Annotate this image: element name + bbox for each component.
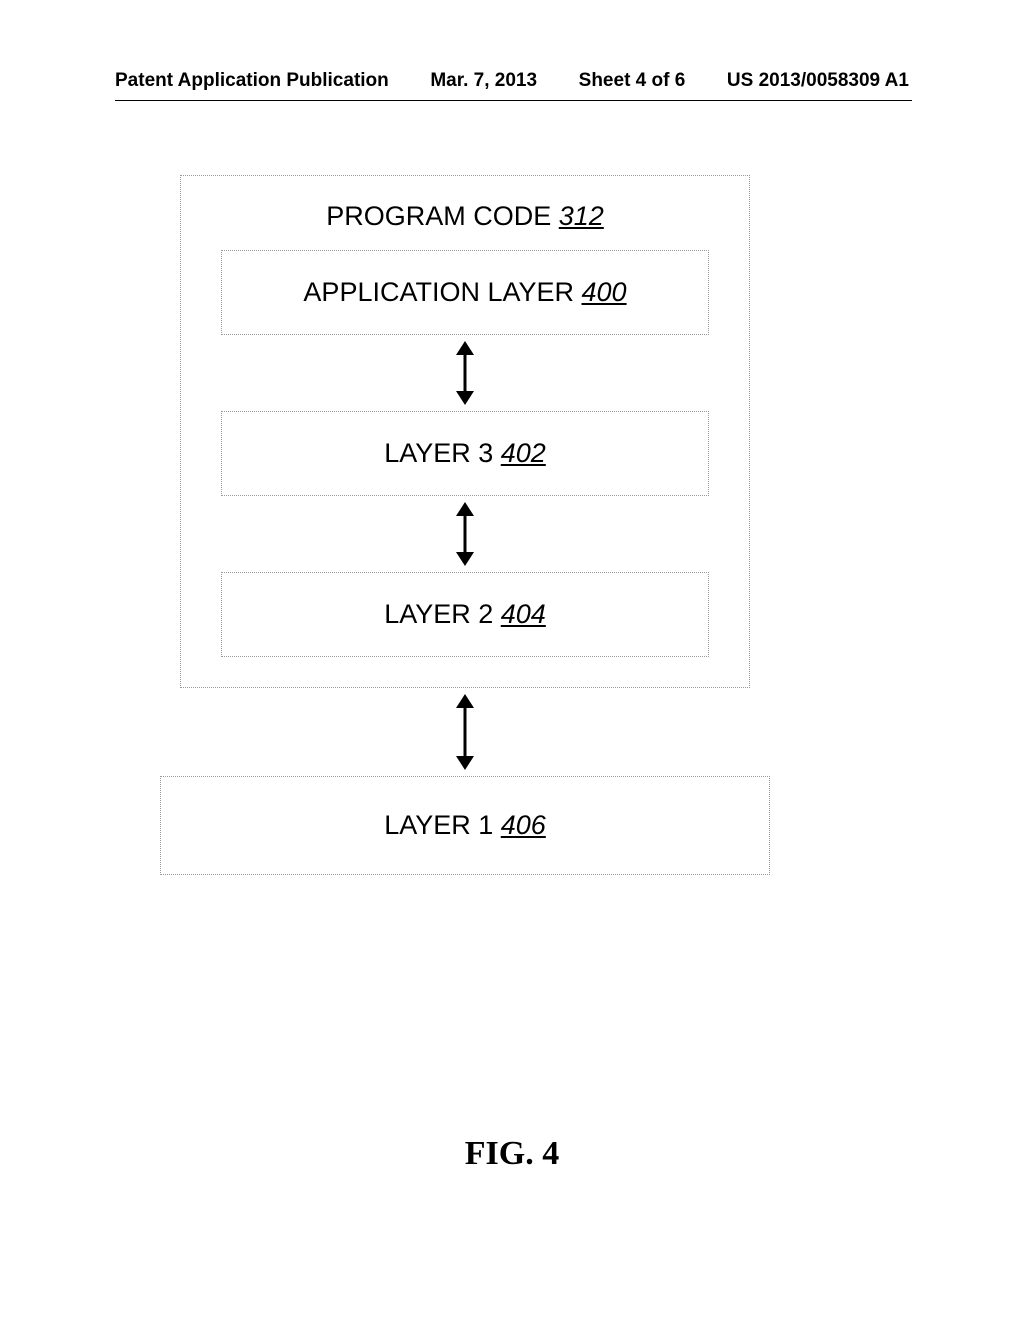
- layer1-label: LAYER 1: [384, 810, 501, 840]
- header-rule: [115, 100, 912, 101]
- arrow-app-to-layer3: [181, 335, 749, 411]
- layer2-ref: 404: [501, 599, 546, 629]
- program-code-label: PROGRAM CODE: [326, 201, 559, 231]
- layer3-ref: 402: [501, 438, 546, 468]
- layer2-label: LAYER 2: [384, 599, 501, 629]
- double-arrow-icon: [450, 341, 480, 405]
- layer3-box: LAYER 3 402: [221, 411, 709, 496]
- layer3-label: LAYER 3: [384, 438, 501, 468]
- figure-label: FIG. 4: [0, 1135, 1024, 1173]
- application-layer-label: APPLICATION LAYER: [303, 277, 581, 307]
- double-arrow-icon: [450, 502, 480, 566]
- header-date: Mar. 7, 2013: [430, 70, 537, 92]
- layer1-ref: 406: [501, 810, 546, 840]
- arrow-layer2-to-layer1: [180, 688, 750, 776]
- header-pubnum: US 2013/0058309 A1: [727, 70, 909, 92]
- program-code-box: PROGRAM CODE 312 APPLICATION LAYER 400 L…: [180, 175, 750, 688]
- double-arrow-icon: [450, 694, 480, 770]
- layer2-box: LAYER 2 404: [221, 572, 709, 657]
- application-layer-box: APPLICATION LAYER 400: [221, 250, 709, 335]
- layer1-box: LAYER 1 406: [160, 776, 770, 875]
- header-sheet: Sheet 4 of 6: [579, 70, 686, 92]
- page-header: Patent Application Publication Mar. 7, 2…: [0, 70, 1024, 92]
- arrow-layer3-to-layer2: [181, 496, 749, 572]
- program-code-title: PROGRAM CODE 312: [181, 176, 749, 250]
- program-code-ref: 312: [559, 201, 604, 231]
- diagram-area: PROGRAM CODE 312 APPLICATION LAYER 400 L…: [180, 175, 750, 875]
- header-publication: Patent Application Publication: [115, 70, 389, 92]
- layer1-container: LAYER 1 406: [160, 776, 770, 875]
- application-layer-ref: 400: [582, 277, 627, 307]
